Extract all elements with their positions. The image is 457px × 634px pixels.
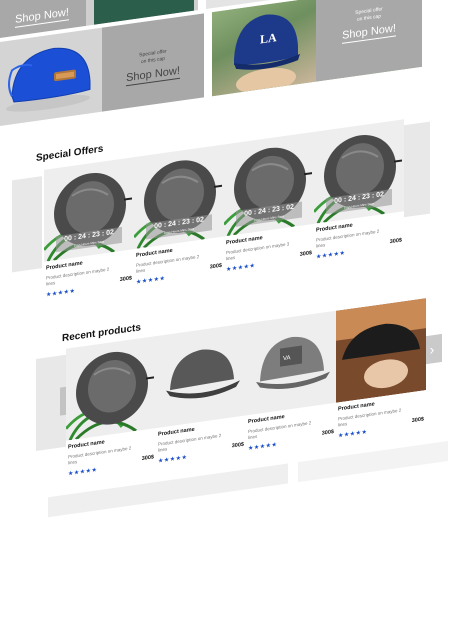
product-image[interactable] [336, 298, 426, 403]
promo-right-banner[interactable]: LA Special offer on this cap Shop Now! [212, 0, 422, 97]
chevron-right-icon: › [429, 340, 435, 358]
special-offers-title: Special Offers [36, 143, 104, 164]
product-card[interactable]: 00 : 24 : 23 : 02 Days Hours Mins Secs Pro… [314, 119, 404, 272]
shop-now-link[interactable]: Shop Now! [342, 22, 396, 44]
product-price: 300$ [119, 275, 132, 284]
product-price: 300$ [231, 441, 244, 450]
product-image[interactable] [66, 336, 156, 441]
product-card[interactable]: Product name Product description on maybe… [156, 323, 246, 477]
la-cap-image: LA [234, 14, 300, 94]
rating-stars: ★★★★★ [136, 275, 166, 286]
product-name: Product name [68, 439, 105, 451]
page-canvas: Shop Now! Special offer on this cap Shop… [0, 0, 457, 633]
product-name: Product name [46, 260, 83, 272]
black-cap-photo [336, 298, 426, 403]
product-name: Product name [316, 222, 353, 234]
promo-right-offer-panel: Special offer on this cap Shop Now! [316, 0, 422, 82]
product-price: 300$ [209, 262, 222, 271]
promo-right-photo: LA [212, 0, 316, 97]
rating-stars: ★★★★★ [338, 429, 368, 440]
trucker-cap-image: VA [256, 336, 330, 389]
product-name: Product name [338, 401, 375, 413]
product-name: Product name [248, 413, 285, 426]
rating-stars: ★★★★★ [46, 288, 76, 299]
product-name: Product name [158, 426, 195, 438]
rating-stars: ★★★★★ [68, 467, 98, 478]
promo-left-offer-panel: Special offer on this cap Shop Now! [102, 13, 204, 112]
product-price: 300$ [299, 250, 312, 258]
bucket-hat-image [66, 351, 154, 441]
svg-text:VA: VA [283, 355, 291, 362]
shop-now-link[interactable]: Shop Now! [15, 6, 69, 28]
product-card[interactable]: Product name Product description on maybe… [66, 336, 156, 489]
product-image[interactable] [156, 323, 246, 429]
rating-stars: ★★★★★ [248, 442, 278, 453]
grey-cap-image [166, 349, 240, 399]
carousel-side-panel [400, 121, 430, 218]
svg-text:LA: LA [260, 30, 277, 46]
product-card[interactable]: 00 : 24 : 23 : 02 Days Hours Mins Secs Pro… [44, 157, 134, 310]
rating-stars: ★★★★★ [158, 454, 188, 465]
carousel-side-panel [12, 176, 42, 273]
product-card[interactable]: Product name Product description on maybe… [336, 298, 426, 451]
rating-stars: ★★★★★ [316, 250, 346, 261]
product-image[interactable]: VA [246, 310, 336, 416]
cap-crown-shape [170, 349, 234, 391]
product-name: Product name [226, 235, 263, 247]
product-price: 300$ [411, 416, 424, 425]
product-price: 300$ [141, 454, 154, 463]
product-card[interactable]: VA Product name Product description on may… [246, 310, 336, 464]
cap-crown-shape [11, 47, 91, 103]
product-name: Product name [136, 247, 173, 259]
product-price: 300$ [389, 237, 402, 246]
rating-stars: ★★★★★ [226, 263, 256, 274]
blue-cap-image [6, 47, 91, 112]
product-card[interactable]: 00 : 24 : 23 : 02 Days Hours Mins Secs Pro… [134, 144, 224, 298]
shop-now-link[interactable]: Shop Now! [126, 64, 180, 87]
product-price: 300$ [321, 429, 334, 437]
product-card[interactable]: 00 : 24 : 23 : 02 Days Hours Mins Secs Pro… [224, 131, 314, 285]
